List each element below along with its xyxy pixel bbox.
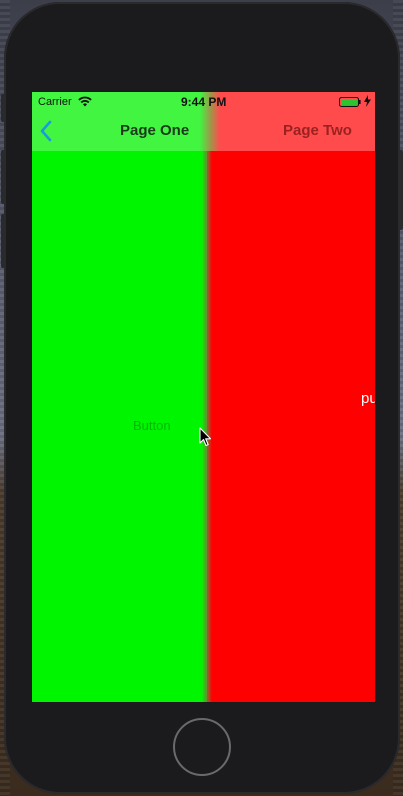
home-button[interactable] <box>173 718 231 776</box>
chevron-left-icon[interactable] <box>39 120 53 142</box>
page-one-view <box>32 92 207 702</box>
mute-switch <box>1 94 5 122</box>
status-time: 9:44 PM <box>181 95 227 109</box>
power-button <box>399 150 403 230</box>
battery-icon <box>339 97 361 107</box>
page-one-title: Page One <box>120 122 190 139</box>
page-two-view <box>207 92 375 702</box>
wifi-icon <box>78 96 92 107</box>
charging-bolt-icon <box>364 95 371 107</box>
page-two-title: Page Two <box>283 122 352 139</box>
push-label[interactable]: pu <box>361 390 375 407</box>
volume-up-button <box>1 150 5 204</box>
device-screen: Carrier 9:44 PM Page One Page Two Button… <box>32 92 375 702</box>
carrier-label: Carrier <box>38 96 72 108</box>
page-one-button[interactable]: Button <box>133 418 171 433</box>
mouse-pointer-icon <box>199 427 212 447</box>
volume-down-button <box>1 214 5 268</box>
status-bar: Carrier 9:44 PM <box>32 92 375 112</box>
transition-shadow <box>202 92 212 702</box>
